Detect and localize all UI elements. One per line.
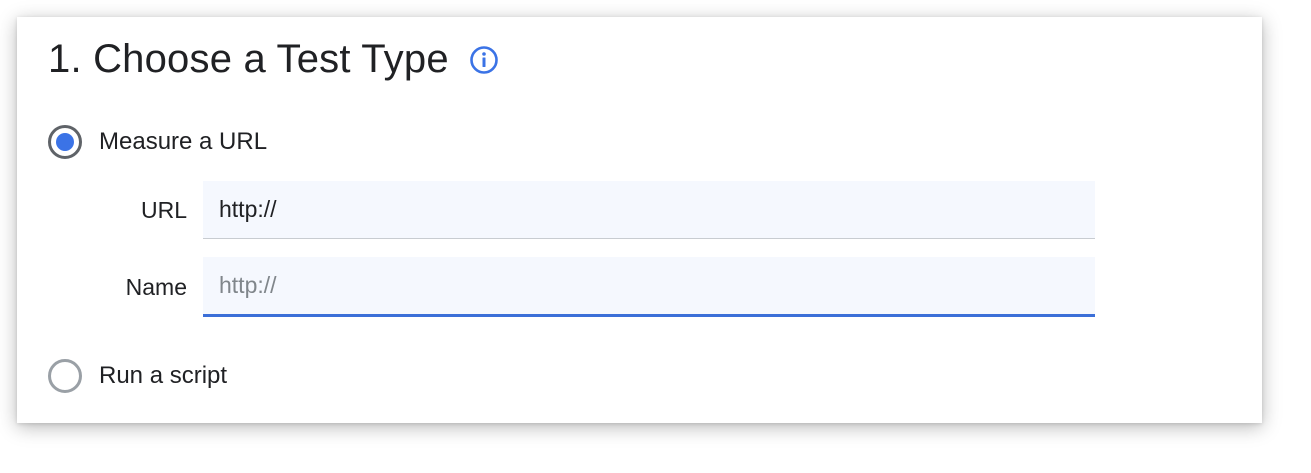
- test-type-card: 1. Choose a Test Type Measure a URL URL …: [17, 17, 1262, 423]
- name-field-row: Name: [77, 257, 1095, 317]
- measure-url-radio[interactable]: [48, 125, 82, 159]
- measure-url-option[interactable]: Measure a URL: [48, 125, 267, 159]
- radio-selected-dot: [56, 133, 74, 151]
- info-circle-icon[interactable]: [469, 45, 499, 75]
- name-field-label: Name: [125, 273, 187, 300]
- measure-url-label: Measure a URL: [99, 128, 268, 155]
- section-header: 1. Choose a Test Type: [48, 37, 499, 81]
- url-field-row: URL: [77, 181, 1095, 239]
- run-script-label: Run a script: [99, 362, 228, 389]
- name-input[interactable]: [203, 257, 1095, 317]
- url-field-label: URL: [140, 196, 187, 223]
- run-script-radio[interactable]: [48, 359, 82, 393]
- url-input[interactable]: [203, 181, 1095, 239]
- run-script-option[interactable]: Run a script: [48, 359, 227, 393]
- section-title: 1. Choose a Test Type: [48, 37, 449, 81]
